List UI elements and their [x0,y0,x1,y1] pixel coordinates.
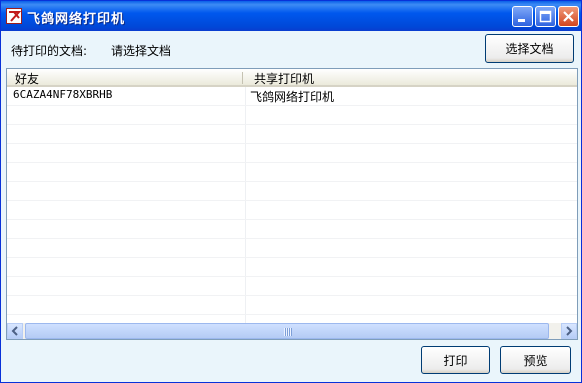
table-row[interactable]: 6CAZA4NF78XBRHB 飞鸽网络打印机 [7,87,577,106]
column-header-printer[interactable]: 共享打印机 [254,70,314,87]
empty-row [7,144,577,163]
maximize-icon [539,10,552,23]
document-label: 待打印的文档: [11,44,88,58]
window-title: 飞鸽网络打印机 [27,12,126,27]
scrollbar-thumb[interactable] [25,323,549,339]
empty-row [7,125,577,144]
close-icon [563,11,574,22]
print-window: 飞鸽网络打印机 待打印的文档: 请选择文档 选择文档 好友 共享打印机 6CAZ… [0,0,582,383]
friend-cell: 6CAZA4NF78XBRHB [13,88,113,101]
table-body: 6CAZA4NF78XBRHB 飞鸽网络打印机 [7,87,577,315]
scrollbar-grip [284,328,292,336]
app-icon [6,8,22,24]
preview-button[interactable]: 预览 [500,346,571,374]
printer-table[interactable]: 好友 共享打印机 6CAZA4NF78XBRHB 飞鸽网络打印机 [6,68,578,340]
horizontal-scrollbar[interactable] [7,323,577,339]
close-button[interactable] [558,6,579,27]
title-bar[interactable]: 飞鸽网络打印机 [1,1,581,31]
empty-row [7,163,577,182]
empty-row [7,201,577,220]
printer-cell: 飞鸽网络打印机 [250,90,335,104]
empty-row [7,220,577,239]
maximize-button[interactable] [535,6,556,27]
minimize-button[interactable] [512,6,533,27]
scroll-right-button[interactable] [561,323,577,339]
scroll-left-button[interactable] [7,323,23,339]
column-header-friend[interactable]: 好友 [15,70,39,87]
empty-row [7,106,577,125]
print-button[interactable]: 打印 [421,346,490,374]
column-divider[interactable] [242,72,243,84]
empty-row [7,239,577,258]
empty-row [7,182,577,201]
table-header: 好友 共享打印机 [7,69,577,87]
scroll-left-icon [11,326,18,336]
choose-document-button[interactable]: 选择文档 [485,34,574,63]
empty-row [7,258,577,277]
minimize-icon [518,19,525,22]
empty-row [7,296,577,315]
scroll-right-icon [566,326,573,336]
empty-row [7,277,577,296]
document-value: 请选择文档 [111,44,172,58]
